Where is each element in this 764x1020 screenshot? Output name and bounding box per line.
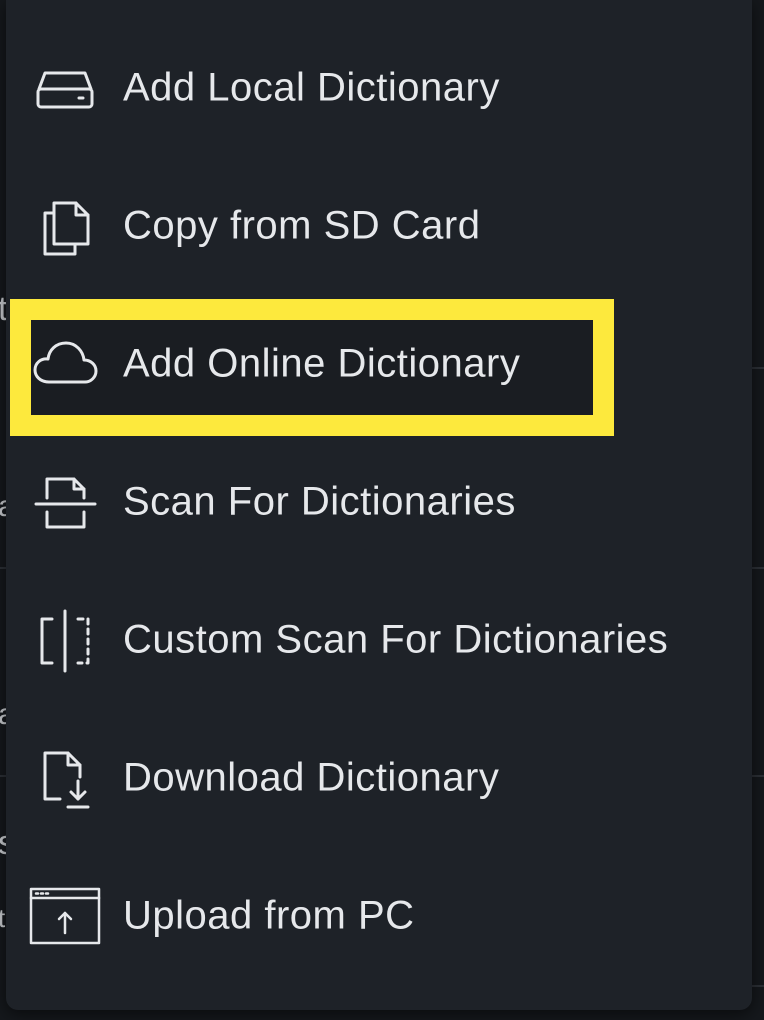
menu-item-add-local-dictionary[interactable]: Add Local Dictionary [6, 28, 752, 148]
menu-item-upload-from-pc[interactable]: Upload from PC [6, 856, 752, 976]
menu-item-label: Add Online Dictionary [123, 341, 521, 386]
menu-item-label: Scan For Dictionaries [123, 479, 516, 524]
copy-files-icon [30, 191, 100, 261]
drive-icon [30, 53, 100, 123]
scan-document-icon [30, 467, 100, 537]
menu-item-custom-scan-for-dictionaries[interactable]: Custom Scan For Dictionaries [6, 580, 752, 700]
menu-item-copy-from-sd-card[interactable]: Copy from SD Card [6, 166, 752, 286]
screen: t a a s t Add Local Dictionary [0, 0, 764, 1020]
menu-item-label: Upload from PC [123, 893, 415, 938]
file-download-icon [30, 743, 100, 813]
cloud-icon [30, 329, 100, 399]
menu-item-download-dictionary[interactable]: Download Dictionary [6, 718, 752, 838]
menu-item-label: Custom Scan For Dictionaries [123, 617, 669, 662]
menu-item-label: Copy from SD Card [123, 203, 481, 248]
add-dictionary-menu: Add Local Dictionary Copy from SD Card A… [6, 0, 752, 1010]
menu-item-scan-for-dictionaries[interactable]: Scan For Dictionaries [6, 442, 752, 562]
menu-item-add-online-dictionary[interactable]: Add Online Dictionary [6, 304, 752, 424]
background-text-fragment: t [0, 903, 6, 933]
menu-item-label: Add Local Dictionary [123, 65, 500, 110]
upload-window-icon [29, 881, 101, 951]
menu-item-label: Download Dictionary [123, 755, 500, 800]
split-scan-icon [30, 605, 100, 675]
